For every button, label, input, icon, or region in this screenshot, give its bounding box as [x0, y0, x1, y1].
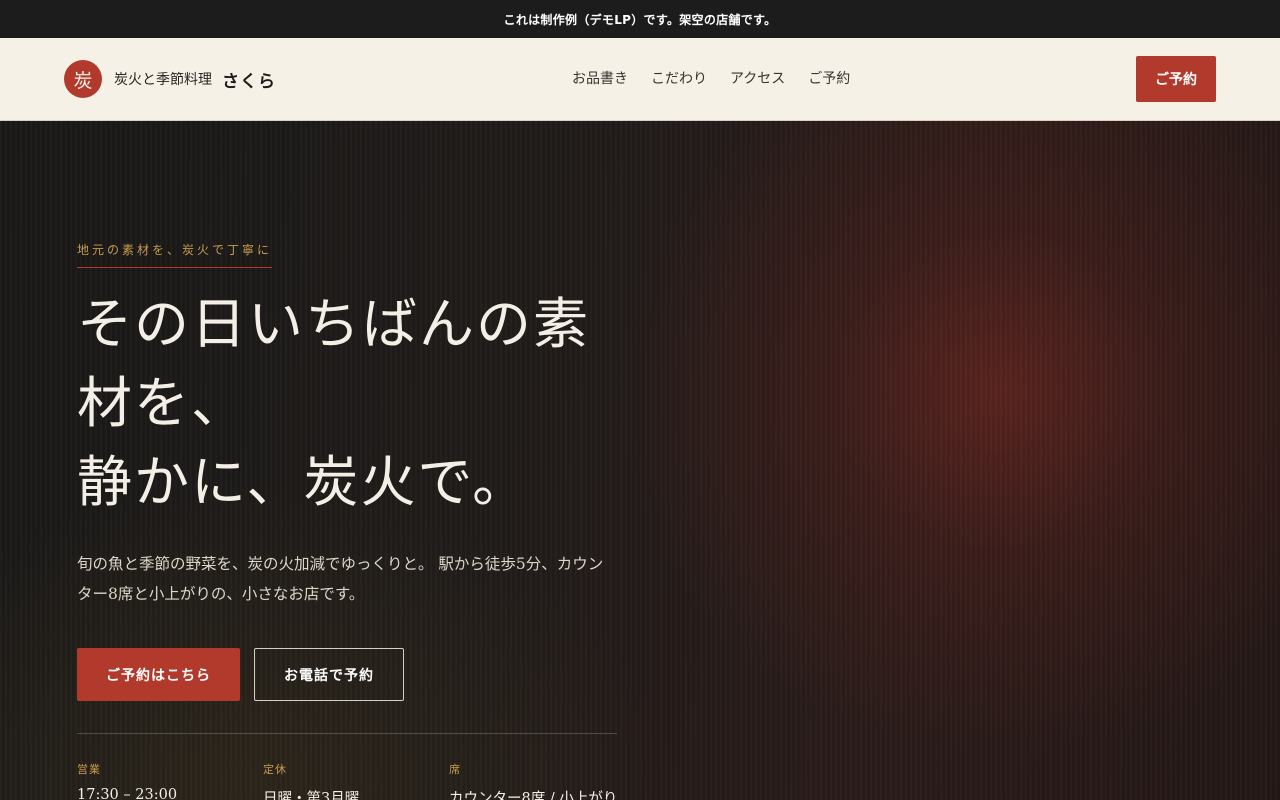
- info-value: カウンター8席 / 小上がり: [449, 791, 618, 800]
- hero-title-line: 材を、: [77, 371, 249, 435]
- nav-link-menu[interactable]: お品書き: [572, 68, 628, 88]
- info-label: 席: [449, 763, 461, 776]
- info-seats: 席 カウンター8席 / 小上がり: [449, 761, 617, 800]
- hero-title: その日いちばんの素 材を、 静かに、炭火で。: [77, 285, 622, 522]
- info-divider: [77, 733, 617, 734]
- info-value: 17:30 – 23:00: [77, 787, 178, 800]
- site-header: 炭 炭火と季節料理 さくら お品書き こだわり アクセス ご予約 ご予約: [0, 38, 1280, 121]
- header-reserve-button[interactable]: ご予約: [1136, 56, 1216, 102]
- info-label: 営業: [77, 763, 101, 776]
- brand-name: さくら: [222, 71, 276, 92]
- nav-link-reservation[interactable]: ご予約: [808, 68, 850, 88]
- nav-link-access[interactable]: アクセス: [730, 68, 785, 88]
- phone-reserve-button[interactable]: お電話で予約: [254, 648, 404, 701]
- hero-title-line: その日いちばんの素: [77, 292, 591, 356]
- brand-subtitle: 炭火と季節料理: [114, 72, 212, 88]
- main-nav: お品書き こだわり アクセス ご予約: [572, 67, 873, 89]
- info-value: 日曜・第3月曜: [263, 791, 360, 800]
- brand-logo-link[interactable]: 炭 炭火と季節料理 さくら: [64, 60, 276, 98]
- nav-link-commitment[interactable]: こだわり: [651, 68, 707, 88]
- reserve-here-button[interactable]: ご予約はこちら: [77, 648, 240, 701]
- hero-eyebrow: 地元の素材を、炭火で丁寧に: [77, 241, 273, 268]
- info-hours: 営業 17:30 – 23:00: [77, 761, 177, 800]
- charcoal-logo-icon: 炭: [64, 60, 102, 98]
- hero-lead-text: 旬の魚と季節の野菜を、炭の火加減でゆっくりと。 駅から徒歩5分、カウンター8席と…: [77, 555, 604, 603]
- info-label: 定休: [263, 763, 287, 776]
- hero-title-line: 静かに、炭火で。: [77, 450, 530, 514]
- hero-section: 地元の素材を、炭火で丁寧に その日いちばんの素 材を、 静かに、炭火で。 旬の魚…: [0, 121, 1280, 800]
- info-closed-days: 定休 日曜・第3月曜: [263, 761, 359, 800]
- demo-notice-banner: これは制作例（デモLP）です。架空の店舗です。: [0, 0, 1280, 38]
